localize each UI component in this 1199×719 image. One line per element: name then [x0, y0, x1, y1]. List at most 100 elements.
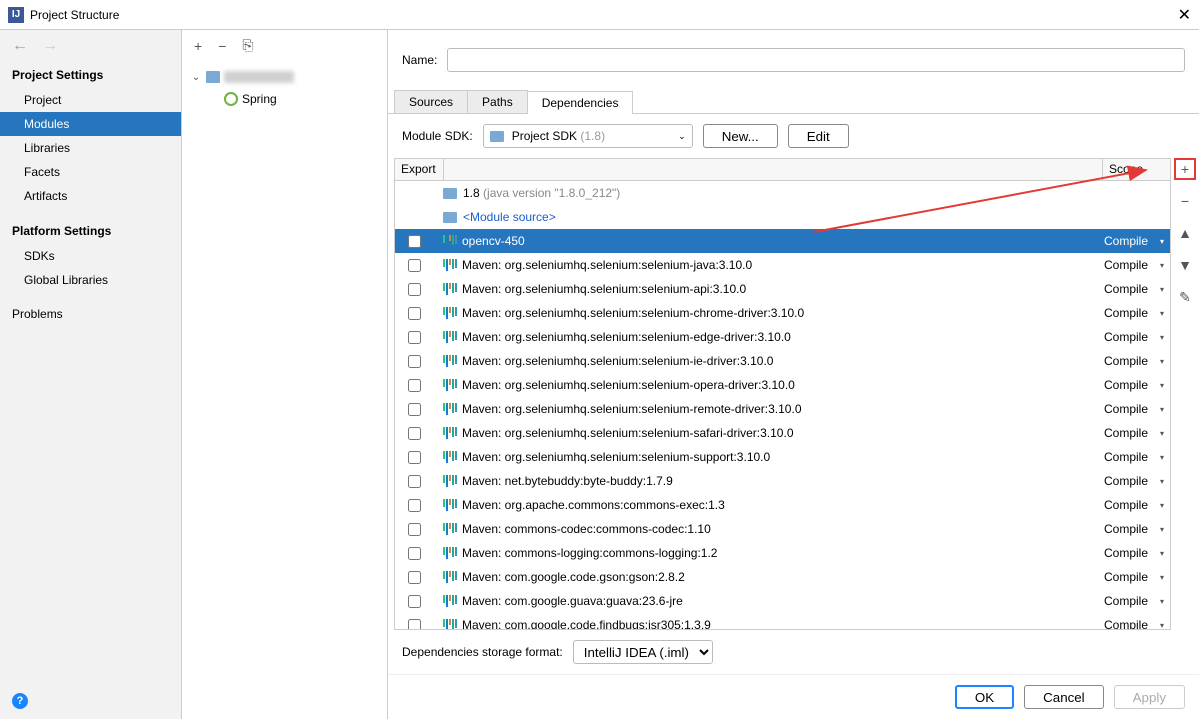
edit-dependency-icon[interactable]: ✎: [1174, 286, 1196, 308]
export-checkbox[interactable]: [408, 523, 421, 536]
forward-icon[interactable]: →: [42, 37, 58, 55]
sidebar-item-sdks[interactable]: SDKs: [0, 244, 181, 268]
export-checkbox[interactable]: [408, 235, 421, 248]
facet-spring-row[interactable]: Spring: [190, 88, 379, 110]
chevron-down-icon[interactable]: ⌄: [190, 72, 202, 83]
help-icon[interactable]: ?: [12, 693, 28, 709]
edit-sdk-button[interactable]: Edit: [788, 124, 849, 148]
sidebar-item-modules[interactable]: Modules: [0, 112, 181, 136]
scope-select[interactable]: Compile▾: [1102, 498, 1170, 512]
dep-row-module-source[interactable]: <Module source>: [395, 205, 1170, 229]
scope-select[interactable]: Compile▾: [1102, 258, 1170, 272]
dep-row[interactable]: Maven: com.google.guava:guava:23.6-jreCo…: [395, 589, 1170, 613]
export-checkbox[interactable]: [408, 499, 421, 512]
dep-row[interactable]: Maven: org.seleniumhq.selenium:selenium-…: [395, 421, 1170, 445]
scope-select[interactable]: Compile▾: [1102, 378, 1170, 392]
scope-select[interactable]: Compile▾: [1102, 618, 1170, 629]
scope-select[interactable]: Compile▾: [1102, 306, 1170, 320]
tab-dependencies[interactable]: Dependencies: [527, 91, 634, 114]
sidebar-item-facets[interactable]: Facets: [0, 160, 181, 184]
cancel-button[interactable]: Cancel: [1024, 685, 1104, 709]
dep-row-jdk[interactable]: 1.8 (java version "1.8.0_212"): [395, 181, 1170, 205]
module-sdk-select[interactable]: Project SDK (1.8) ⌄: [483, 124, 693, 148]
move-down-icon[interactable]: ▼: [1174, 254, 1196, 276]
export-checkbox[interactable]: [408, 403, 421, 416]
dep-row[interactable]: Maven: commons-codec:commons-codec:1.10C…: [395, 517, 1170, 541]
dep-row[interactable]: Maven: org.seleniumhq.selenium:selenium-…: [395, 445, 1170, 469]
scope-select[interactable]: Compile▾: [1102, 354, 1170, 368]
sidebar-item-global-libraries[interactable]: Global Libraries: [0, 268, 181, 292]
dep-row[interactable]: Maven: org.seleniumhq.selenium:selenium-…: [395, 277, 1170, 301]
column-scope[interactable]: Scope: [1102, 159, 1170, 180]
library-icon: [443, 379, 457, 391]
close-icon[interactable]: ✕: [1178, 5, 1191, 25]
export-checkbox[interactable]: [408, 331, 421, 344]
remove-dependency-icon[interactable]: −: [1174, 190, 1196, 212]
scope-select[interactable]: Compile▾: [1102, 450, 1170, 464]
scope-select[interactable]: Compile▾: [1102, 426, 1170, 440]
dep-row[interactable]: Maven: net.bytebuddy:byte-buddy:1.7.9Com…: [395, 469, 1170, 493]
export-checkbox[interactable]: [408, 259, 421, 272]
export-checkbox[interactable]: [408, 547, 421, 560]
export-checkbox[interactable]: [408, 427, 421, 440]
new-sdk-button[interactable]: New...: [703, 124, 778, 148]
export-checkbox[interactable]: [408, 475, 421, 488]
scope-select[interactable]: Compile▾: [1102, 570, 1170, 584]
back-icon[interactable]: ←: [12, 37, 28, 55]
scope-select[interactable]: Compile▾: [1102, 282, 1170, 296]
ok-button[interactable]: OK: [955, 685, 1014, 709]
sidebar-item-artifacts[interactable]: Artifacts: [0, 184, 181, 208]
export-checkbox[interactable]: [408, 595, 421, 608]
dep-row[interactable]: Maven: org.seleniumhq.selenium:selenium-…: [395, 253, 1170, 277]
add-module-icon[interactable]: +: [194, 38, 202, 54]
remove-module-icon[interactable]: −: [218, 38, 226, 54]
dep-row[interactable]: Maven: org.seleniumhq.selenium:selenium-…: [395, 373, 1170, 397]
export-checkbox[interactable]: [408, 283, 421, 296]
tab-sources[interactable]: Sources: [394, 90, 468, 113]
dep-row[interactable]: opencv-450Compile▾: [395, 229, 1170, 253]
export-checkbox[interactable]: [408, 619, 421, 630]
settings-sidebar: ← → Project Settings Project Modules Lib…: [0, 30, 182, 719]
tab-paths[interactable]: Paths: [467, 90, 528, 113]
spring-icon: [224, 92, 238, 106]
dep-row[interactable]: Maven: com.google.code.gson:gson:2.8.2Co…: [395, 565, 1170, 589]
sidebar-item-libraries[interactable]: Libraries: [0, 136, 181, 160]
dep-row[interactable]: Maven: org.apache.commons:commons-exec:1…: [395, 493, 1170, 517]
export-checkbox[interactable]: [408, 571, 421, 584]
sidebar-item-project[interactable]: Project: [0, 88, 181, 112]
scope-select[interactable]: Compile▾: [1102, 402, 1170, 416]
project-settings-header: Project Settings: [0, 62, 181, 88]
library-icon: [443, 475, 457, 487]
move-up-icon[interactable]: ▲: [1174, 222, 1196, 244]
module-name-input[interactable]: [447, 48, 1185, 72]
export-checkbox[interactable]: [408, 355, 421, 368]
dep-row[interactable]: Maven: commons-logging:commons-logging:1…: [395, 541, 1170, 565]
add-dependency-icon[interactable]: +: [1174, 158, 1196, 180]
dep-row[interactable]: Maven: org.seleniumhq.selenium:selenium-…: [395, 301, 1170, 325]
export-checkbox[interactable]: [408, 307, 421, 320]
sidebar-item-problems[interactable]: Problems: [0, 302, 181, 326]
scope-select[interactable]: Compile▾: [1102, 522, 1170, 536]
copy-module-icon[interactable]: ⎘: [242, 37, 253, 54]
module-icon: [206, 71, 220, 83]
column-export[interactable]: Export: [395, 159, 444, 180]
storage-format-select[interactable]: IntelliJ IDEA (.iml): [573, 640, 713, 664]
jdk-icon: [443, 188, 457, 199]
dep-row[interactable]: Maven: org.seleniumhq.selenium:selenium-…: [395, 349, 1170, 373]
facet-spring-label: Spring: [242, 92, 277, 106]
scope-select[interactable]: Compile▾: [1102, 330, 1170, 344]
library-icon: [443, 307, 457, 319]
dep-row[interactable]: Maven: com.google.code.findbugs:jsr305:1…: [395, 613, 1170, 629]
scope-select[interactable]: Compile▾: [1102, 594, 1170, 608]
dep-row[interactable]: Maven: org.seleniumhq.selenium:selenium-…: [395, 325, 1170, 349]
apply-button[interactable]: Apply: [1114, 685, 1185, 709]
export-checkbox[interactable]: [408, 379, 421, 392]
module-root-row[interactable]: ⌄: [190, 66, 379, 88]
chevron-down-icon: ⌄: [678, 131, 686, 142]
scope-select[interactable]: Compile▾: [1102, 546, 1170, 560]
scope-select[interactable]: Compile▾: [1102, 234, 1170, 248]
export-checkbox[interactable]: [408, 451, 421, 464]
module-tree-panel: + − ⎘ ⌄ Spring: [182, 30, 388, 719]
dep-row[interactable]: Maven: org.seleniumhq.selenium:selenium-…: [395, 397, 1170, 421]
scope-select[interactable]: Compile▾: [1102, 474, 1170, 488]
